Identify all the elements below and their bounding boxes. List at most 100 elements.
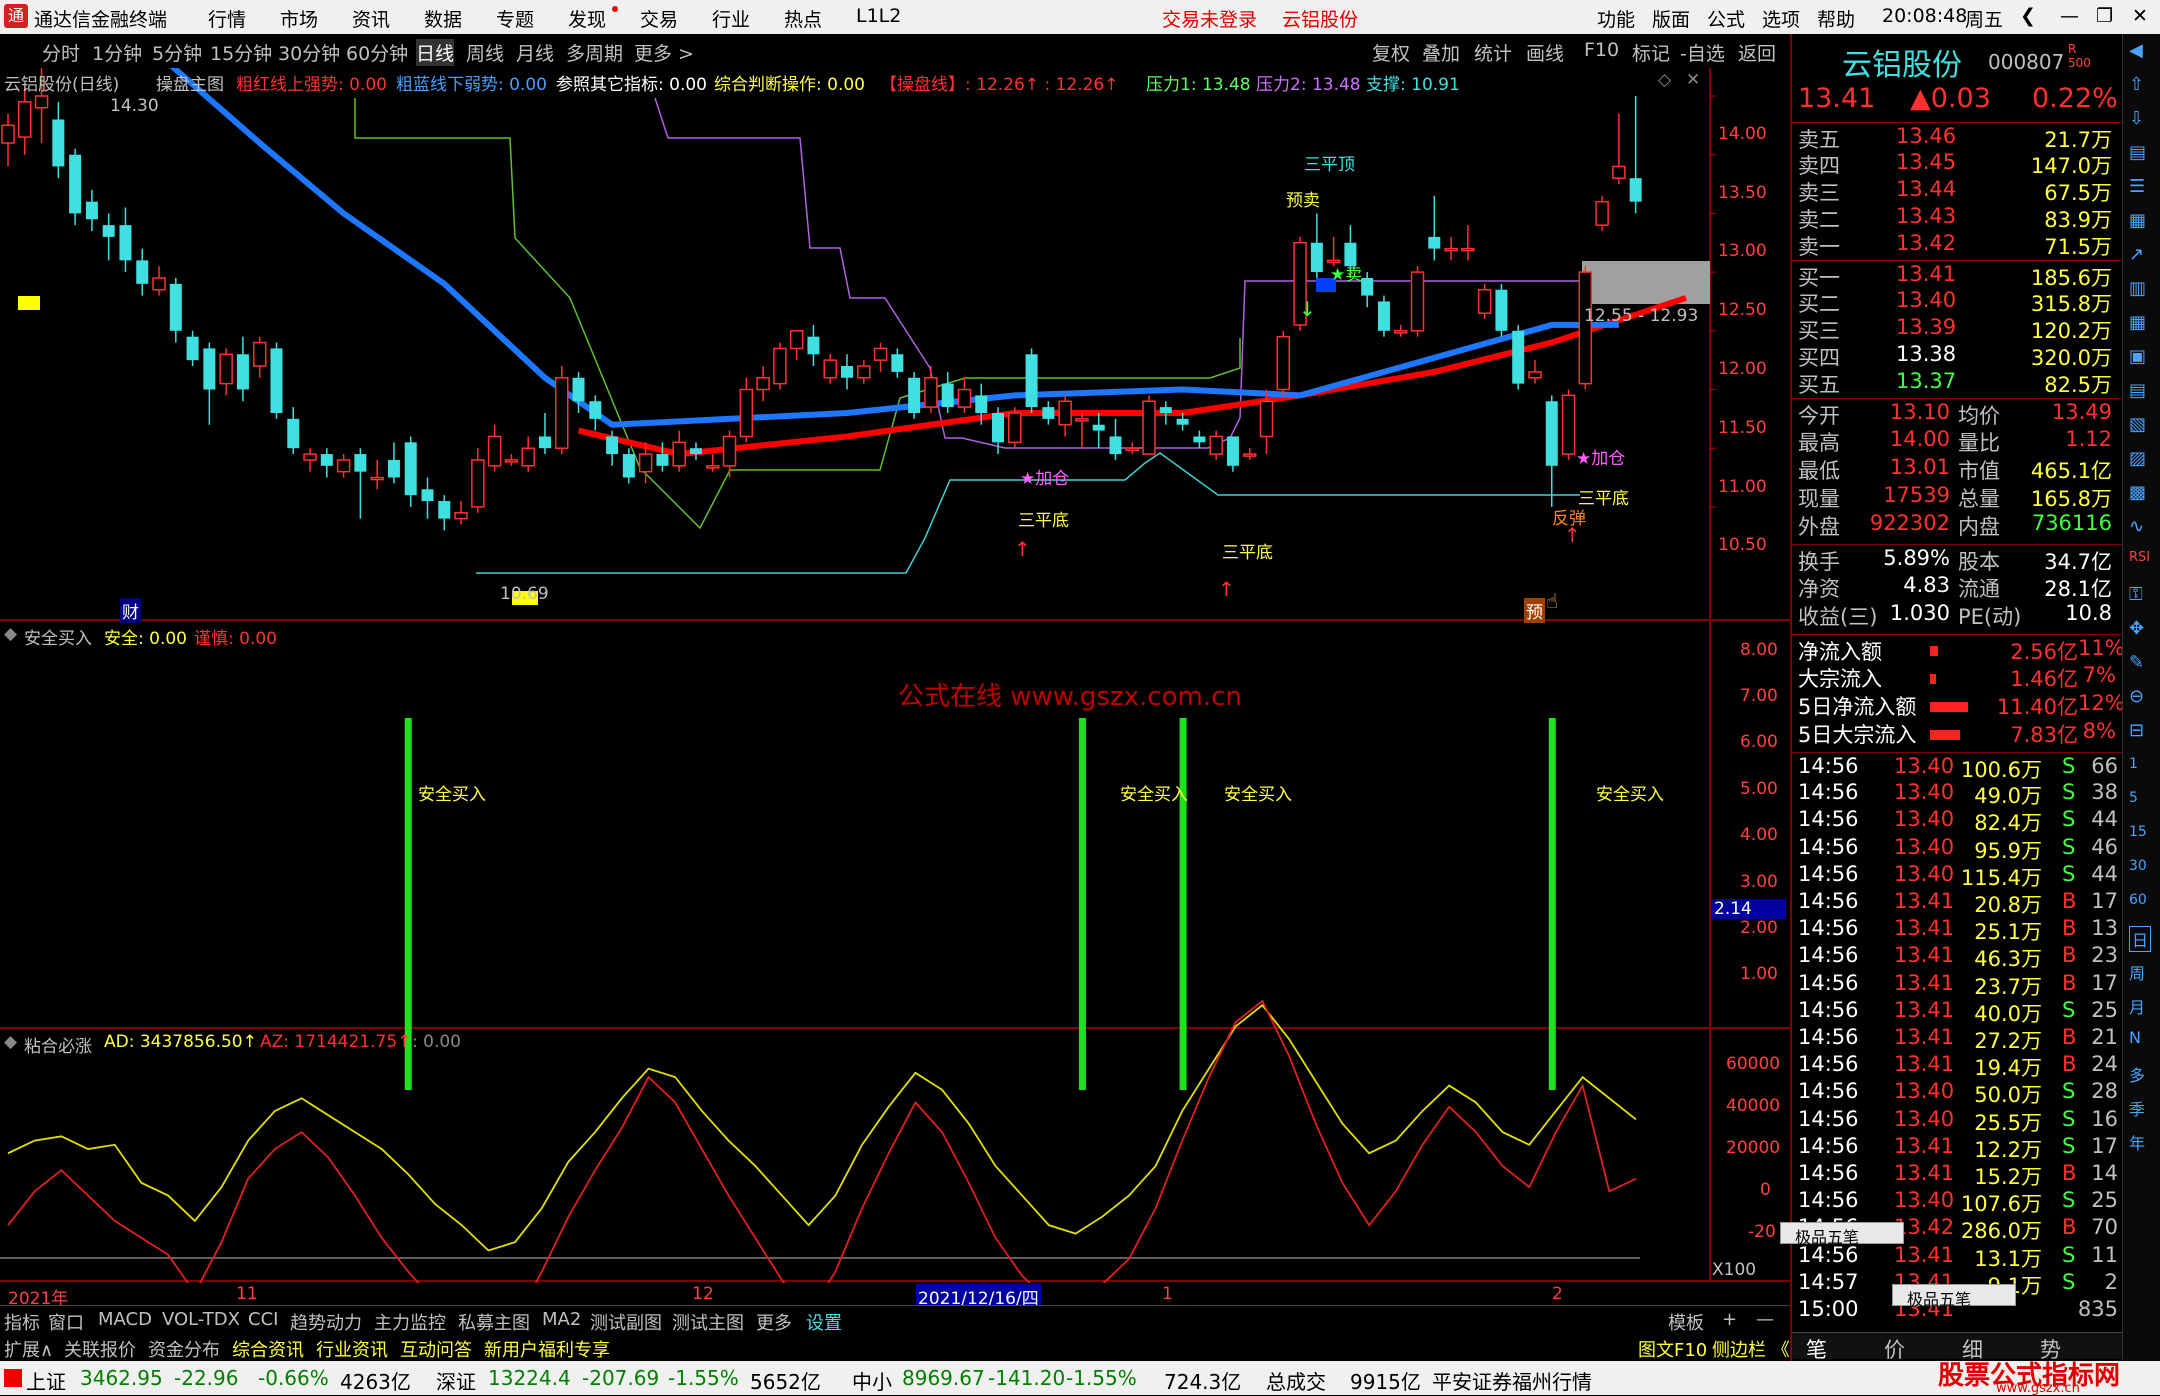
period-30-icon[interactable]: 30 (2129, 858, 2147, 874)
period-1-icon[interactable]: 1 (2129, 756, 2138, 772)
tab-macd[interactable]: MACD (98, 1309, 152, 1330)
diamond-icon[interactable]: ◇ (1658, 70, 1671, 90)
tab-vol-tdx[interactable]: VOL-TDX (162, 1309, 240, 1330)
broker-label[interactable]: 平安证券福州行情 (1432, 1366, 1592, 1395)
kline-chart-svg[interactable]: ↓↑↑↑☝ (0, 68, 1790, 1283)
menu-l1l2[interactable]: L1L2 (856, 5, 901, 27)
tab-jia[interactable]: 价 (1884, 1334, 1905, 1364)
period-15min[interactable]: 15分钟 (210, 39, 272, 66)
sub1-indicator-name[interactable]: 安全买入 (24, 624, 92, 649)
period-day[interactable]: 日线 (416, 39, 455, 66)
tab-zonghezixun[interactable]: 综合资讯 (232, 1336, 304, 1362)
period-fenshi[interactable]: 分时 (42, 39, 80, 66)
tab-xinyonghu[interactable]: 新用户福利专享 (484, 1336, 610, 1362)
btn-fuquan[interactable]: 复权 (1372, 39, 1410, 66)
menu-faxian[interactable]: 发现 (568, 5, 606, 32)
period-60-icon[interactable]: 60 (2129, 892, 2147, 908)
period-15-icon[interactable]: 15 (2129, 824, 2147, 840)
tab-hangyezixun[interactable]: 行业资讯 (316, 1336, 388, 1362)
ime-popup-1[interactable]: 极品五笔 (1780, 1222, 1904, 1247)
sub2-indicator-name[interactable]: 粘合必涨 (24, 1032, 92, 1057)
sub2-collapse-icon[interactable]: ◆ (4, 1032, 17, 1052)
main-indicator-name[interactable]: 操盘主图 (156, 70, 224, 95)
f10-icon[interactable]: ▣ (2129, 346, 2146, 367)
calendar-icon[interactable]: ▤ (2129, 380, 2146, 401)
sub1-collapse-icon[interactable]: ◆ (4, 624, 17, 644)
ime-popup-2[interactable]: 极品五笔 (1892, 1284, 2016, 1309)
menu-shuju[interactable]: 数据 (424, 5, 462, 32)
tab-hudongwenda[interactable]: 互动问答 (400, 1336, 472, 1362)
menu-redian[interactable]: 热点 (784, 5, 822, 32)
tab-chuangkou[interactable]: 窗口 (48, 1309, 84, 1335)
bar-icon[interactable]: ▥ (2129, 278, 2146, 299)
menu-bangzhu[interactable]: 帮助 (1817, 5, 1855, 32)
btn-tongji[interactable]: 统计 (1474, 39, 1512, 66)
kline-icon[interactable]: ▦ (2129, 210, 2146, 231)
menu-hangye[interactable]: 行业 (712, 5, 750, 32)
period-multi-icon[interactable]: 多 (2129, 1062, 2145, 1086)
close-icon[interactable]: ✕ (2132, 5, 2148, 27)
tab-zhibiao[interactable]: 指标 (4, 1309, 40, 1335)
period-multi[interactable]: 多周期 (566, 39, 623, 66)
menu-zixun[interactable]: 资讯 (352, 5, 390, 32)
minus-icon[interactable]: ⊖ (2129, 686, 2144, 707)
tab-bi[interactable]: 笔 (1806, 1334, 1827, 1364)
period-month-icon[interactable]: 月 (2129, 994, 2145, 1018)
period-more[interactable]: 更多 > (634, 39, 694, 66)
btn-fanhui[interactable]: 返回 (1738, 39, 1776, 66)
menu-zhuanti[interactable]: 专题 (496, 5, 534, 32)
remove-window-button[interactable]: — (1756, 1309, 1774, 1330)
expand-icon[interactable]: ◀ (2129, 40, 2143, 61)
tab-qushidongli[interactable]: 趋势动力 (290, 1309, 362, 1335)
period-week[interactable]: 周线 (466, 39, 504, 66)
back-arrow-icon[interactable]: ❮ (2020, 5, 2036, 27)
tab-zijinfenbu[interactable]: 资金分布 (148, 1336, 220, 1362)
menu-xuanxiang[interactable]: 选项 (1762, 5, 1800, 32)
menu-banmian[interactable]: 版面 (1652, 5, 1690, 32)
chart-icon[interactable]: ▩ (2129, 482, 2146, 503)
tool-icon[interactable]: ✎ (2129, 652, 2144, 673)
period-day-icon[interactable]: 日 (2129, 926, 2152, 952)
period-month[interactable]: 月线 (516, 39, 554, 66)
menu-hangqing[interactable]: 行情 (208, 5, 246, 32)
menu-gongshi[interactable]: 公式 (1707, 5, 1745, 32)
ruler-icon[interactable]: ⊟ (2129, 720, 2144, 741)
move-icon[interactable]: ✥ (2129, 618, 2144, 639)
tab-moban[interactable]: 模板 (1668, 1309, 1704, 1335)
tab-zhulijiankong[interactable]: 主力监控 (374, 1309, 446, 1335)
sz-label[interactable]: 深证 (436, 1366, 476, 1395)
tab-ceshifutu[interactable]: 测试副图 (590, 1309, 662, 1335)
btn-zixuan[interactable]: -自选 (1680, 39, 1725, 66)
trend-icon[interactable]: ↗ (2129, 244, 2144, 265)
menu-jiaoyi[interactable]: 交易 (640, 5, 678, 32)
tab-ceshizhutu[interactable]: 测试主图 (672, 1309, 744, 1335)
tab-guanlianbaojia[interactable]: 关联报价 (64, 1336, 136, 1362)
minimize-icon[interactable]: — (2060, 5, 2079, 27)
lock-icon[interactable]: ⚿ (2129, 584, 2143, 605)
chart-area[interactable]: ↓ ↑ ↑ ↑ ☝ 云铝股份(日线) 操盘主图 粗红线上强势: 0.00 粗蓝线下弱势:… (0, 68, 1790, 1309)
period-5min[interactable]: 5分钟 (152, 39, 202, 66)
period-30min[interactable]: 30分钟 (278, 39, 340, 66)
fz-icon[interactable]: ▧ (2129, 414, 2146, 435)
arrow-down-icon[interactable]: ⇩ (2129, 108, 2144, 129)
finance-marker[interactable]: 财 (120, 598, 141, 623)
period-n-icon[interactable]: N (2129, 1028, 2141, 1047)
arrow-up-icon[interactable]: ⇧ (2129, 74, 2144, 95)
tab-sidebar[interactable]: 侧边栏 《 (1712, 1336, 1790, 1362)
btn-huaxian[interactable]: 画线 (1526, 39, 1564, 66)
sh-label[interactable]: 上证 (26, 1366, 66, 1395)
table-icon[interactable]: ▤ (2129, 142, 2146, 163)
menu-gongneng[interactable]: 功能 (1597, 5, 1635, 32)
btn-biaoji[interactable]: 标记 (1632, 39, 1670, 66)
zx-label[interactable]: 中小 (852, 1366, 892, 1395)
close-indicator-icon[interactable]: ✕ (1686, 70, 1700, 90)
forecast-marker[interactable]: 预 (1524, 598, 1545, 623)
login-status[interactable]: 交易未登录 (1162, 5, 1257, 32)
period-year-icon[interactable]: 年 (2129, 1130, 2145, 1154)
rsi-icon[interactable]: RSI (2129, 550, 2150, 565)
period-5-icon[interactable]: 5 (2129, 790, 2138, 806)
list-icon[interactable]: ☰ (2129, 176, 2145, 197)
tab-kuozhan[interactable]: 扩展∧ (4, 1336, 53, 1362)
grid-icon[interactable]: ▦ (2129, 312, 2146, 333)
tab-shezhi[interactable]: 设置 (806, 1309, 842, 1335)
